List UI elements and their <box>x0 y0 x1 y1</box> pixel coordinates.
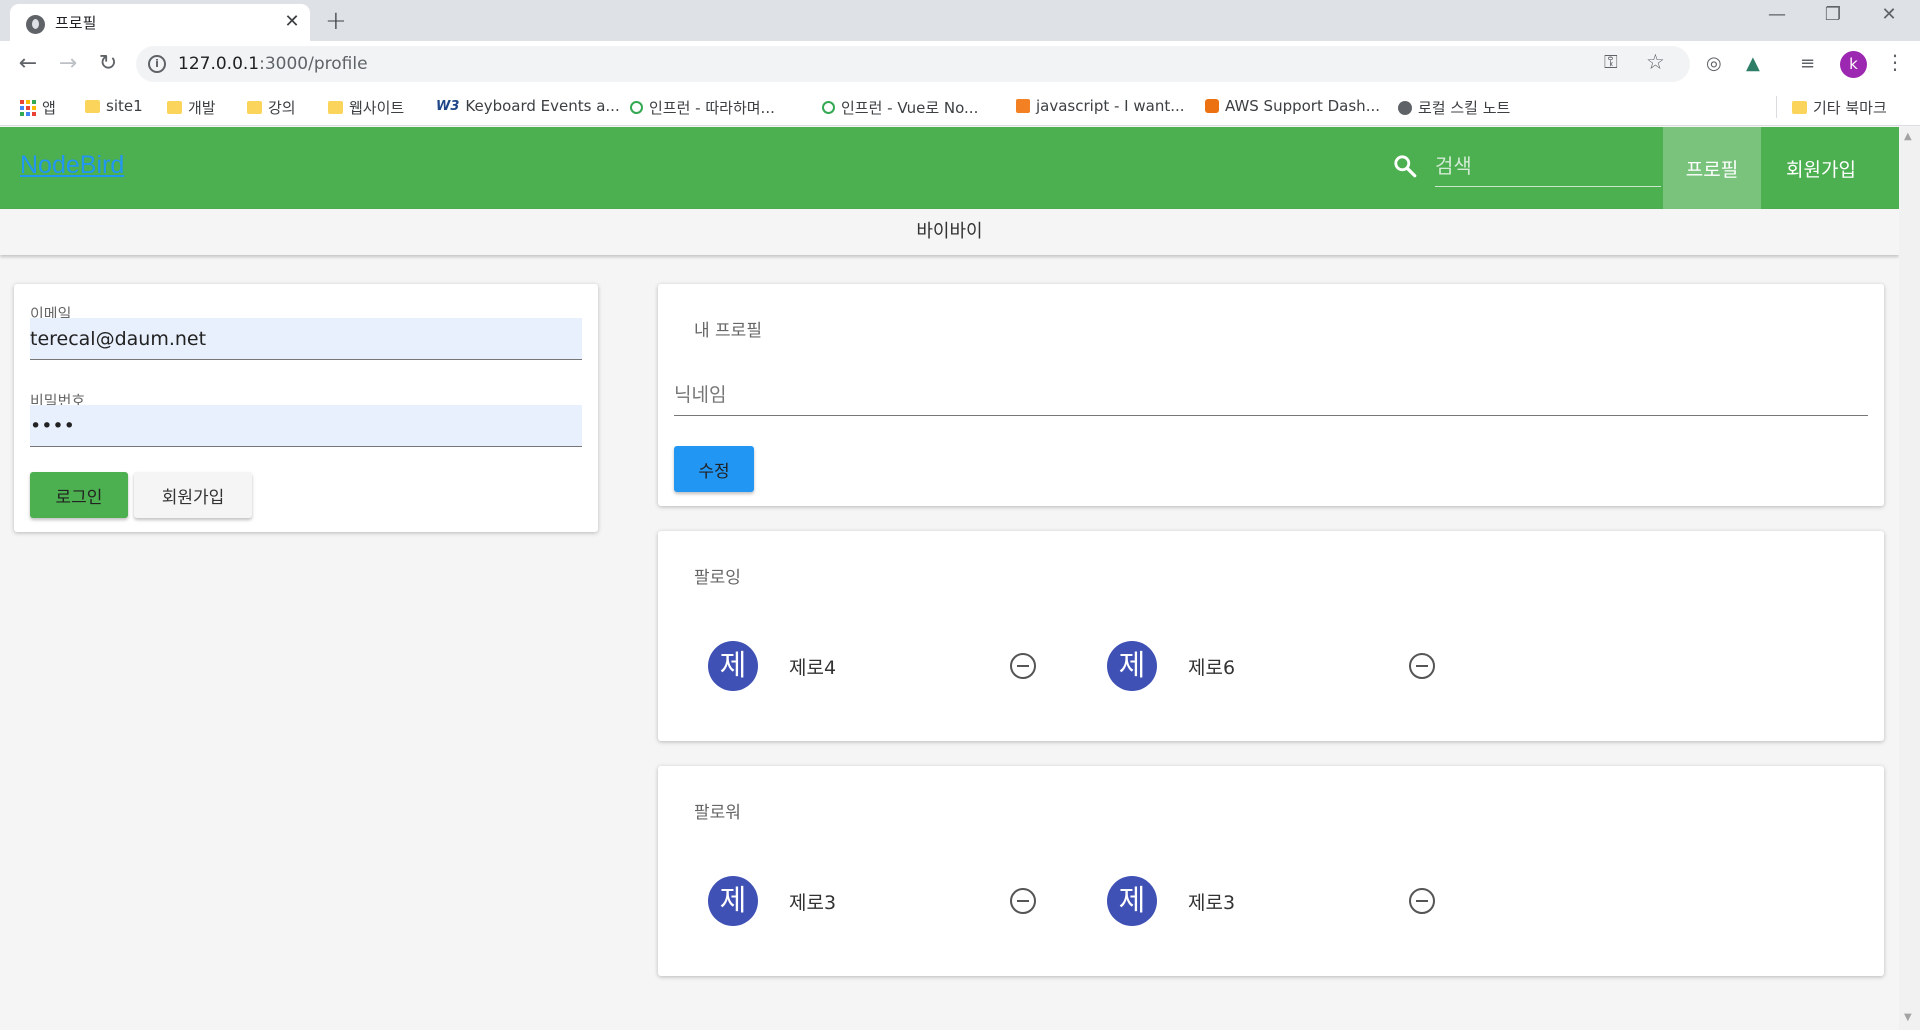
followers-title: 팔로워 <box>694 803 741 823</box>
forward-icon[interactable]: → <box>53 51 83 76</box>
reload-icon[interactable]: ↻ <box>93 51 123 76</box>
media-control-icon[interactable]: ≡ <box>1800 53 1815 74</box>
remove-circle-icon[interactable] <box>1409 653 1435 679</box>
vue-devtools-icon[interactable]: ▲ <box>1746 53 1760 74</box>
nav-profile-button[interactable]: 프로필 <box>1663 127 1761 209</box>
remove-circle-icon[interactable] <box>1010 653 1036 679</box>
folder-icon <box>1792 101 1807 114</box>
new-tab-button[interactable]: + <box>325 6 347 36</box>
restore-icon[interactable]: ❐ <box>1808 4 1858 25</box>
bookmark-lecture[interactable]: 강의 <box>247 97 296 118</box>
extension-icon[interactable]: ◎ <box>1706 53 1722 74</box>
follower-item: 제 제로3 <box>1107 876 1497 926</box>
password-field-box <box>30 405 582 447</box>
profile-avatar[interactable]: k <box>1840 51 1867 78</box>
tab-title: 프로필 <box>55 14 97 32</box>
following-name: 제로6 <box>1188 657 1236 679</box>
apps-grid-icon <box>20 99 36 116</box>
my-profile-card: 내 프로필 수정 <box>658 284 1884 506</box>
following-name: 제로4 <box>789 657 837 679</box>
address-bar[interactable]: i 127.0.0.1:3000/profile ⚿ ☆ <box>136 46 1690 82</box>
page-viewport: NodeBird 프로필 회원가입 바이바이 이메일 비밀번호 로그인 회원가입… <box>0 127 1920 1030</box>
bookmarks-bar: 앱 site1 개발 강의 웹사이트 W3 Keyboard Events a..… <box>0 88 1920 126</box>
login-card: 이메일 비밀번호 로그인 회원가입 <box>14 284 598 532</box>
bookmark-local-skill-note[interactable]: 로컬 스킬 노트 <box>1398 97 1510 118</box>
bookmark-websites[interactable]: 웹사이트 <box>328 97 404 118</box>
bookmark-inflearn-2[interactable]: 인프런 - Vue로 No... <box>822 97 978 118</box>
url-text[interactable]: 127.0.0.1:3000/profile <box>178 54 368 74</box>
nav-signup-button[interactable]: 회원가입 <box>1761 127 1881 209</box>
following-item: 제 제로6 <box>1107 641 1497 691</box>
folder-icon <box>85 99 100 113</box>
browser-tab-strip: 프로필 ✕ + — ❐ ✕ <box>0 0 1920 41</box>
inflearn-icon <box>630 101 643 114</box>
follower-item: 제 제로3 <box>708 876 1098 926</box>
email-field[interactable] <box>30 318 582 359</box>
site-info-icon[interactable]: i <box>148 55 166 73</box>
nickname-field-box <box>674 374 1868 416</box>
bookmark-inflearn-1[interactable]: 인프런 - 따라하며... <box>630 97 775 118</box>
folder-icon <box>247 101 262 114</box>
close-window-icon[interactable]: ✕ <box>1864 4 1914 25</box>
aws-icon <box>1205 99 1219 113</box>
search-icon <box>1394 155 1417 178</box>
bookmark-other[interactable]: 기타 북마크 <box>1792 97 1887 118</box>
bookmark-apps[interactable]: 앱 <box>20 97 56 118</box>
remove-circle-icon[interactable] <box>1010 888 1036 914</box>
bookmarks-divider <box>1776 96 1777 118</box>
back-icon[interactable]: ← <box>13 51 43 76</box>
my-profile-title: 내 프로필 <box>694 321 762 341</box>
folder-icon <box>328 101 343 114</box>
bookmark-keyboard-events[interactable]: W3 Keyboard Events a... <box>436 97 620 115</box>
edit-nickname-button[interactable]: 수정 <box>674 446 754 492</box>
signup-button[interactable]: 회원가입 <box>134 472 252 518</box>
bookmark-star-icon[interactable]: ☆ <box>1646 50 1665 74</box>
avatar: 제 <box>708 876 758 926</box>
password-field[interactable] <box>30 405 582 446</box>
app-toolbar: NodeBird 프로필 회원가입 <box>0 127 1899 209</box>
nickname-input[interactable] <box>674 374 1868 415</box>
avatar: 제 <box>1107 641 1157 691</box>
following-item: 제 제로4 <box>708 641 1098 691</box>
bookmark-dev[interactable]: 개발 <box>167 97 216 118</box>
globe-icon <box>1398 100 1412 115</box>
subheader-bar: 바이바이 <box>0 209 1899 255</box>
globe-icon <box>26 15 45 34</box>
bookmark-site1[interactable]: site1 <box>85 97 143 115</box>
browser-tab[interactable]: 프로필 ✕ <box>10 4 310 41</box>
bookmark-aws[interactable]: AWS Support Dash... <box>1205 97 1380 115</box>
password-key-icon[interactable]: ⚿ <box>1604 52 1618 73</box>
stackoverflow-icon <box>1016 99 1030 113</box>
close-tab-icon[interactable]: ✕ <box>282 11 302 32</box>
page-scrollbar[interactable]: ▲ ▼ <box>1899 127 1920 1030</box>
inflearn-icon <box>822 101 835 114</box>
scroll-down-icon[interactable]: ▼ <box>1904 1012 1912 1023</box>
w3schools-icon: W3 <box>436 98 460 114</box>
remove-circle-icon[interactable] <box>1409 888 1435 914</box>
minimize-icon[interactable]: — <box>1752 4 1802 25</box>
email-field-box <box>30 318 582 360</box>
avatar: 제 <box>1107 876 1157 926</box>
search-field <box>1435 145 1661 187</box>
login-button[interactable]: 로그인 <box>30 472 128 518</box>
followers-card: 팔로워 제 제로3 제 제로3 <box>658 766 1884 976</box>
browser-toolbar: ← → ↻ i 127.0.0.1:3000/profile ⚿ ☆ ◎ ▲ ≡… <box>0 41 1920 88</box>
following-title: 팔로잉 <box>694 568 741 588</box>
folder-icon <box>167 101 182 114</box>
following-card: 팔로잉 제 제로4 제 제로6 <box>658 531 1884 741</box>
follower-name: 제로3 <box>1188 892 1236 914</box>
avatar: 제 <box>708 641 758 691</box>
scroll-up-icon[interactable]: ▲ <box>1904 131 1912 142</box>
menu-icon[interactable]: ⋮ <box>1885 50 1905 74</box>
search-input[interactable] <box>1435 145 1661 186</box>
follower-name: 제로3 <box>789 892 837 914</box>
brand-link[interactable]: NodeBird <box>20 151 124 180</box>
bookmark-stackoverflow[interactable]: javascript - I want... <box>1016 97 1185 115</box>
